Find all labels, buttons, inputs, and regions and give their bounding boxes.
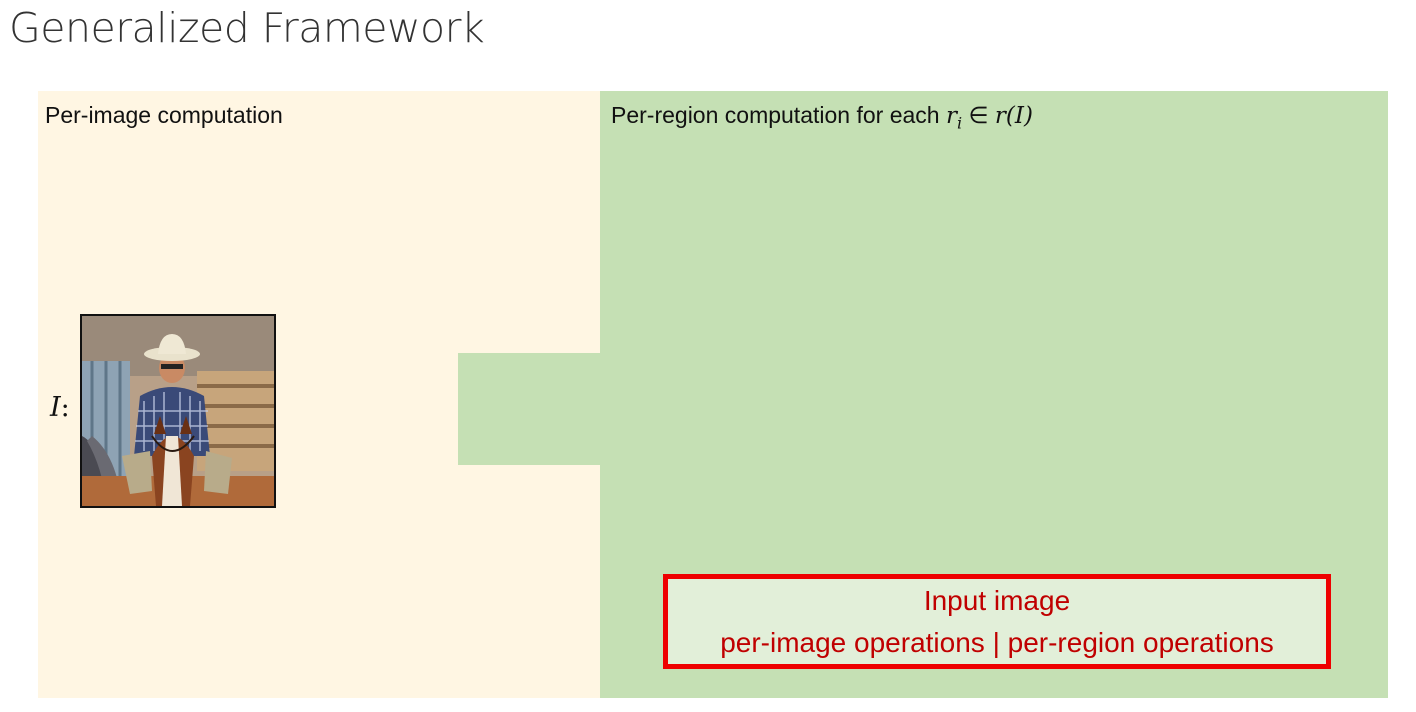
per-region-label-prefix: Per-region computation for each — [611, 102, 946, 128]
legend-line-input-image: Input image — [923, 584, 1071, 616]
input-variable-label: I: — [50, 392, 70, 423]
element-of-symbol: ∈ — [962, 102, 995, 128]
legend-box: Input image per-image operations | per-r… — [663, 574, 1331, 669]
region-variable: ri — [945, 103, 963, 133]
legend-line-operations: per-image operations | per-region operat… — [720, 626, 1274, 658]
input-image-photo — [80, 314, 276, 508]
panel-connector — [458, 353, 600, 465]
per-region-label: Per-region computation for each ri ∈ r(I… — [611, 102, 1033, 133]
per-image-label: Per-image computation — [45, 102, 283, 128]
slide-title: Generalized Framework — [9, 4, 485, 52]
region-set: r(I) — [994, 103, 1033, 129]
